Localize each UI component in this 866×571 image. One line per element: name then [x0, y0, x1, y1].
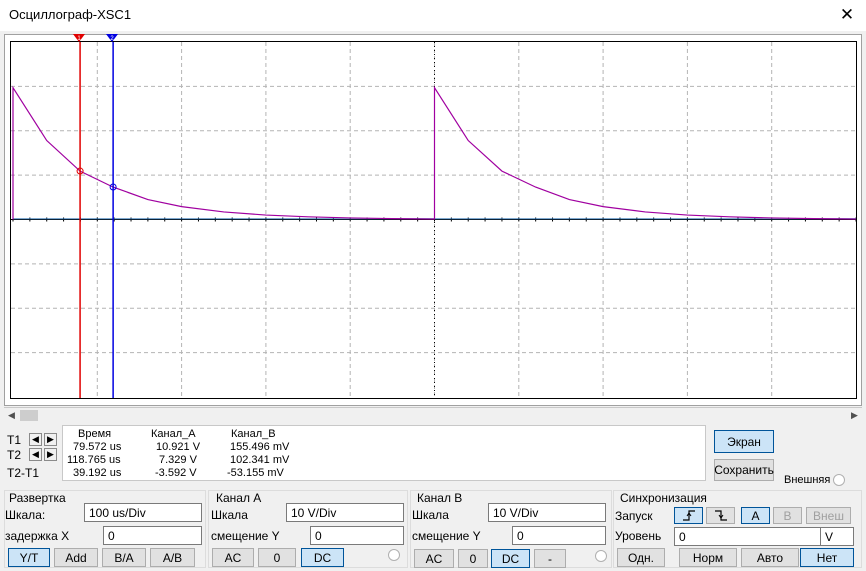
trigger-title: Синхронизация — [620, 491, 707, 505]
falling-edge-button[interactable] — [706, 507, 735, 524]
diff-channel-b: -53.155 mV — [227, 467, 284, 479]
readout-table: Время Канал_A Канал_B 79.572 us 10.921 V… — [62, 425, 706, 481]
t2-channel-a: 7.329 V — [159, 454, 197, 466]
channel-b-scale-input[interactable]: 10 V/Div — [488, 503, 606, 522]
window-title: Осциллограф-XSC1 — [9, 7, 132, 22]
t1-channel-b: 155.496 mV — [230, 441, 290, 453]
t2-right-arrow-icon[interactable]: ▶ — [44, 448, 57, 461]
channel-a-radio[interactable] — [388, 549, 400, 561]
channel-b-ac-button[interactable]: AC — [414, 549, 454, 568]
cursor-markers: 1 2 — [73, 34, 118, 42]
channel-a-title: Канал A — [216, 491, 262, 505]
channel-a-offset-label: смещение Y — [211, 529, 280, 543]
yt-button[interactable]: Y/T — [8, 548, 50, 567]
channel-a-scale-input[interactable]: 10 V/Div — [286, 503, 404, 522]
t2-left-arrow-icon[interactable]: ◀ — [29, 448, 42, 461]
channel-b-radio[interactable] — [595, 550, 607, 562]
t1-label: T1 — [7, 433, 22, 447]
rising-edge-icon — [682, 510, 695, 521]
channel-b-offset-input[interactable]: 0 — [512, 526, 606, 545]
channel-a-zero-button[interactable]: 0 — [258, 548, 296, 567]
delay-x-input[interactable]: 0 — [103, 526, 202, 545]
channel-b-invert-button[interactable]: - — [534, 549, 566, 568]
trigger-level-unit[interactable]: V — [820, 527, 854, 546]
channel-b-title: Канал B — [417, 491, 463, 505]
trigger-start-label: Запуск — [615, 509, 653, 523]
screen-button[interactable]: Экран — [714, 430, 774, 453]
close-button[interactable]: ✕ — [832, 2, 862, 28]
channel-b-dc-button[interactable]: DC — [491, 549, 530, 568]
channel-a-offset-input[interactable]: 0 — [310, 526, 404, 545]
trigger-level-input[interactable]: 0 — [674, 527, 821, 546]
t2-time: 118.765 us — [67, 454, 121, 466]
t2-label: T2 — [7, 448, 22, 462]
trigger-source-b-button[interactable]: B — [773, 507, 802, 524]
channel-a-ac-button[interactable]: AC — [212, 548, 254, 567]
t2-channel-b: 102.341 mV — [230, 454, 290, 466]
trigger-level-label: Уровень — [615, 529, 662, 543]
ab-button[interactable]: A/B — [150, 548, 195, 567]
channel-a-scale-label: Шкала — [211, 508, 248, 522]
scroll-thumb[interactable] — [20, 410, 38, 421]
oscilloscope-screen — [10, 41, 857, 399]
delay-x-label: задержка X — [5, 529, 70, 543]
channel-b-zero-button[interactable]: 0 — [458, 549, 488, 568]
trigger-auto-button[interactable]: Авто — [741, 548, 799, 567]
scroll-left-icon[interactable]: ◀ — [4, 408, 19, 423]
channel-b-scale-label: Шкала — [412, 508, 449, 522]
save-button[interactable]: Сохранить — [714, 459, 774, 481]
scroll-right-icon[interactable]: ▶ — [847, 408, 862, 423]
header-channel-a: Канал_A — [151, 428, 196, 440]
diff-time: 39.192 us — [73, 467, 122, 479]
falling-edge-icon — [714, 510, 727, 521]
trigger-source-a-button[interactable]: A — [741, 507, 770, 524]
trigger-source-ext-button[interactable]: Внеш — [806, 507, 851, 524]
external-label: Внешняя — [784, 474, 831, 486]
header-channel-b: Канал_B — [231, 428, 276, 440]
t1-right-arrow-icon[interactable]: ▶ — [44, 433, 57, 446]
scope-plot — [11, 42, 856, 398]
ba-button[interactable]: B/A — [102, 548, 146, 567]
sweep-scale-input[interactable]: 100 us/Div — [84, 503, 202, 522]
sweep-title: Развертка — [9, 491, 66, 505]
external-radio[interactable] — [833, 474, 845, 486]
trigger-none-button[interactable]: Нет — [800, 548, 854, 567]
channel-b-offset-label: смещение Y — [412, 529, 481, 543]
add-button[interactable]: Add — [54, 548, 98, 567]
trace-channel-a — [12, 85, 856, 220]
t1-left-arrow-icon[interactable]: ◀ — [29, 433, 42, 446]
t1-channel-a: 10.921 V — [156, 441, 201, 453]
sweep-scale-label: Шкала: — [5, 508, 46, 522]
diff-channel-a: -3.592 V — [155, 467, 197, 479]
trigger-normal-button[interactable]: Норм — [679, 548, 737, 567]
header-time: Время — [78, 428, 112, 440]
channel-a-dc-button[interactable]: DC — [301, 548, 344, 567]
horizontal-scrollbar[interactable]: ◀ ▶ — [4, 407, 862, 422]
t2-t1-label: T2-T1 — [7, 466, 40, 480]
trigger-single-button[interactable]: Одн. — [617, 548, 665, 567]
t1-time: 79.572 us — [73, 441, 122, 453]
rising-edge-button[interactable] — [674, 507, 703, 524]
